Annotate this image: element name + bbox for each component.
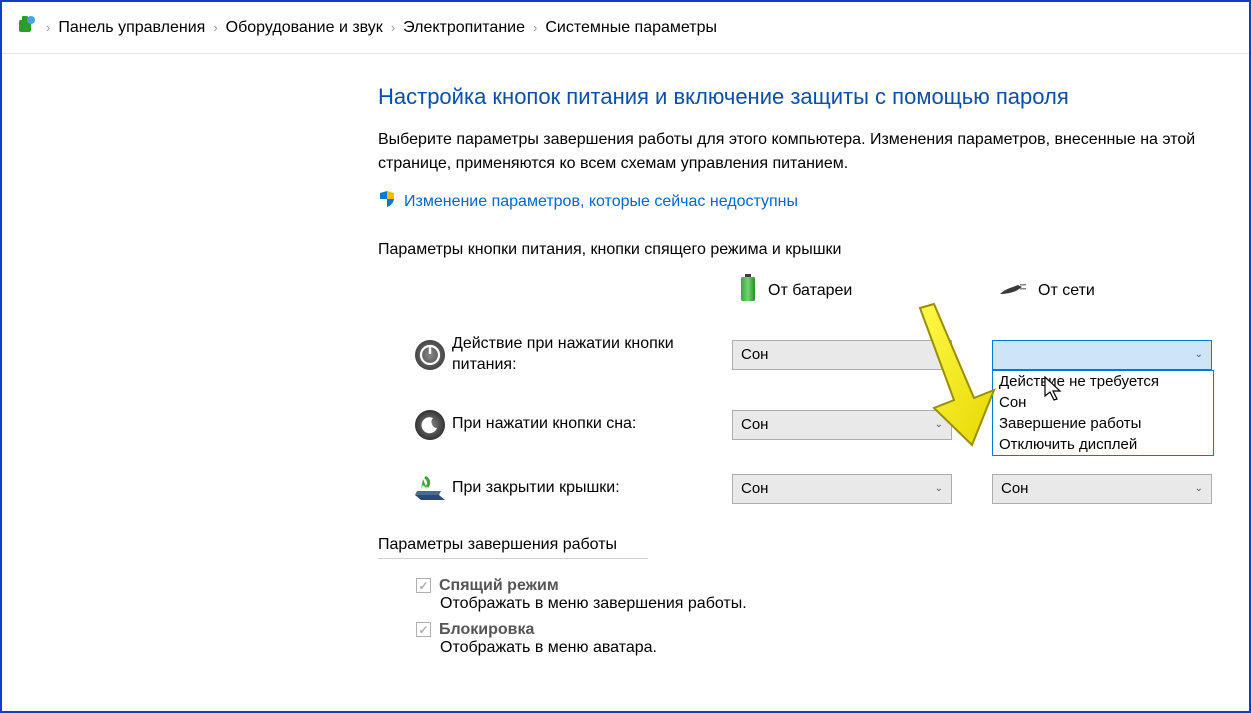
sleep-battery-select[interactable]: Сон⌄ (732, 410, 952, 440)
plug-icon (998, 278, 1028, 303)
power-button-icon (408, 338, 452, 372)
chevron-down-icon: ⌄ (935, 483, 943, 494)
shutdown-option-lock: ✓ Блокировка Отображать в меню аватара. (416, 621, 1242, 657)
dropdown-option[interactable]: Сон (993, 392, 1213, 413)
chevron-right-icon: › (533, 20, 537, 35)
power-plugged-select[interactable]: ⌄ Действие не требуется Сон Завершение р… (992, 340, 1212, 370)
column-header-battery: От батареи (738, 273, 958, 308)
page-description: Выберите параметры завершения работы для… (378, 128, 1208, 176)
page-title: Настройка кнопок питания и включение защ… (378, 84, 1242, 110)
checkbox-lock[interactable]: ✓ (416, 622, 431, 637)
lid-battery-select[interactable]: Сон⌄ (732, 474, 952, 504)
section-buttons-label: Параметры кнопки питания, кнопки спящего… (378, 241, 1242, 259)
column-header-plugged: От сети (998, 273, 1218, 308)
chevron-down-icon: ⌄ (935, 419, 943, 430)
shield-icon (378, 190, 396, 213)
sleep-button-icon (408, 408, 452, 442)
power-plugged-dropdown: Действие не требуется Сон Завершение раб… (992, 370, 1214, 456)
power-button-label: Действие при нажатии кнопки питания: (452, 334, 732, 376)
chevron-down-icon: ⌄ (1195, 349, 1203, 360)
admin-link-text: Изменение параметров, которые сейчас нед… (404, 193, 798, 211)
dropdown-option[interactable]: Завершение работы (993, 413, 1213, 434)
dropdown-option[interactable]: Отключить дисплей (993, 434, 1213, 455)
shutdown-option-sleep: ✓ Спящий режим Отображать в меню заверше… (416, 577, 1242, 613)
breadcrumb-item[interactable]: Оборудование и звук (226, 19, 383, 37)
chevron-down-icon: ⌄ (935, 349, 943, 360)
chevron-down-icon: ⌄ (1195, 483, 1203, 494)
lid-plugged-select[interactable]: Сон⌄ (992, 474, 1212, 504)
power-battery-select[interactable]: Сон⌄ (732, 340, 952, 370)
breadcrumb-item[interactable]: Электропитание (403, 19, 525, 37)
change-unavailable-settings-link[interactable]: Изменение параметров, которые сейчас нед… (378, 190, 1242, 213)
breadcrumb: › Панель управления › Оборудование и зву… (2, 2, 1249, 54)
checkbox-sleep[interactable]: ✓ (416, 578, 431, 593)
chevron-right-icon: › (391, 20, 395, 35)
dropdown-option[interactable]: Действие не требуется (993, 371, 1213, 392)
chevron-right-icon: › (46, 20, 50, 35)
lid-close-icon (408, 475, 452, 503)
breadcrumb-item[interactable]: Панель управления (58, 19, 205, 37)
control-panel-icon (16, 14, 38, 41)
breadcrumb-item[interactable]: Системные параметры (545, 19, 717, 37)
battery-icon (738, 273, 758, 308)
sleep-button-label: При нажатии кнопки сна: (452, 414, 732, 435)
chevron-right-icon: › (213, 20, 217, 35)
lid-close-label: При закрытии крышки: (452, 478, 732, 499)
section-shutdown-label: Параметры завершения работы (378, 536, 648, 559)
